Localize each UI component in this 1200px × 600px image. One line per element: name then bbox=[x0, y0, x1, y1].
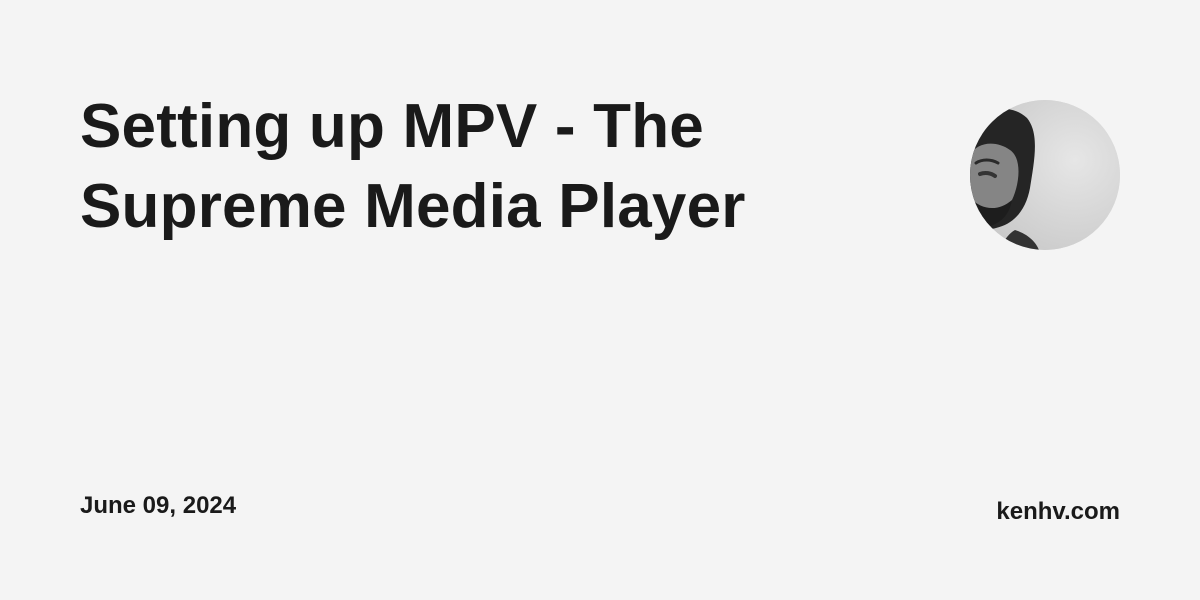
post-title: Setting up MPV - The Supreme Media Playe… bbox=[80, 92, 746, 241]
og-card: Setting up MPV - The Supreme Media Playe… bbox=[0, 0, 1200, 600]
publish-date: June 09, 2024 bbox=[80, 492, 237, 519]
author-avatar bbox=[970, 100, 1120, 250]
site-domain: kenhv.com bbox=[996, 498, 1120, 525]
